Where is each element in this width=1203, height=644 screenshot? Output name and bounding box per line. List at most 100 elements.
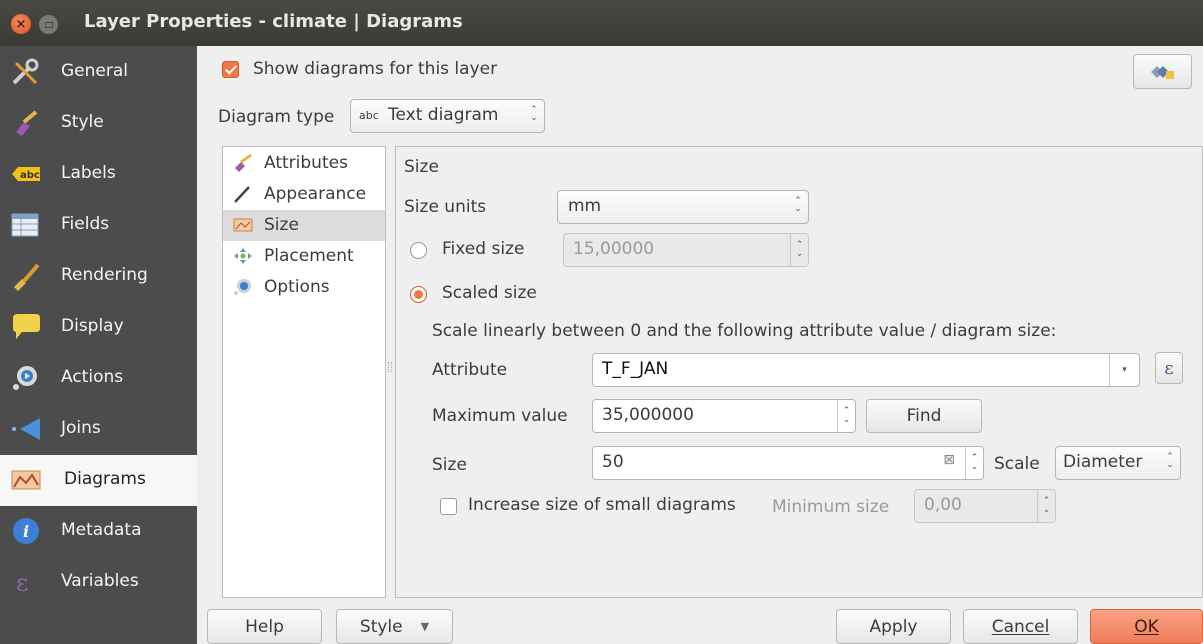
sidebar-item-style[interactable]: Style (0, 98, 197, 149)
fixed-size-input[interactable]: 15,00000 ⌃ ⌄ (563, 233, 809, 267)
subnav-item-attributes[interactable]: Attributes (223, 148, 385, 179)
sidebar-item-joins[interactable]: Joins (0, 404, 197, 455)
diagram-type-label: Diagram type (218, 107, 335, 127)
increase-small-checkbox[interactable] (440, 498, 457, 515)
dropdown-arrow-icon[interactable]: ▾ (1109, 354, 1139, 386)
attribute-value: T_F_JAN (602, 359, 669, 379)
placement-icon (234, 248, 252, 264)
help-button[interactable]: Help (207, 609, 322, 644)
clear-icon[interactable]: ⊠ (943, 452, 955, 468)
sidebar-item-variables[interactable]: ε Variables (0, 557, 197, 608)
fixed-size-radio[interactable] (410, 242, 427, 259)
diagram-type-value: Text diagram (388, 105, 499, 125)
combo-arrows-icon: ⌃ ⌄ (1166, 452, 1174, 470)
show-diagrams-label: Show diagrams for this layer (253, 59, 498, 79)
subnav-label: Appearance (264, 184, 367, 204)
show-diagrams-checkbox[interactable] (222, 61, 239, 78)
epsilon-icon: ε (1164, 357, 1174, 379)
epsilon-icon: ε (16, 569, 28, 597)
apply-label: Apply (869, 616, 918, 637)
attribute-combo[interactable]: T_F_JAN ▾ (592, 353, 1140, 387)
attribute-label: Attribute (432, 360, 508, 380)
sidebar-item-actions[interactable]: Actions (0, 353, 197, 404)
minimize-window-button[interactable] (39, 15, 58, 34)
increase-small-label: Increase size of small diagrams (468, 495, 736, 515)
size-icon (233, 218, 253, 232)
sidebar-item-diagrams[interactable]: Diagrams (0, 455, 197, 506)
dropdown-arrow-icon: ▼ (420, 620, 430, 633)
size-units-value: mm (568, 196, 602, 216)
wrench-icon (12, 58, 39, 85)
style-menu-button[interactable]: Style ▼ (336, 609, 453, 644)
size-input[interactable]: 50 ⊠ ⌃ ⌄ (592, 446, 984, 480)
max-value-value: 35,000000 (602, 405, 694, 425)
splitter-handle[interactable] (388, 362, 392, 372)
spin-arrows-icon[interactable]: ⌃ ⌄ (837, 400, 855, 432)
title-bar: × Layer Properties - climate | Diagrams (0, 0, 1203, 46)
sidebar-item-labels[interactable]: abc Labels (0, 149, 197, 200)
sidebar-item-label: General (61, 61, 128, 81)
style-label: Style (359, 616, 403, 637)
pen-icon (234, 186, 250, 203)
subnav-label: Placement (264, 246, 354, 266)
fixed-size-label: Fixed size (442, 239, 525, 259)
scale-label: Scale (994, 454, 1040, 474)
diagram-subnav: Attributes Appearance Size Placement Opt… (222, 146, 386, 598)
min-size-value: 0,00 (924, 495, 962, 515)
diagram-type-combo[interactable]: abc Text diagram ⌃ ⌄ (350, 99, 545, 133)
max-value-input[interactable]: 35,000000 ⌃ ⌄ (592, 399, 856, 433)
min-size-label: Minimum size (772, 497, 890, 517)
min-size-input[interactable]: 0,00 ⌃ ⌄ (914, 489, 1056, 523)
subnav-item-size[interactable]: Size (223, 210, 385, 241)
sidebar-item-label: Diagrams (64, 469, 146, 489)
size-units-label: Size units (404, 197, 487, 217)
size-units-combo[interactable]: mm ⌃ ⌄ (557, 190, 809, 224)
subnav-item-appearance[interactable]: Appearance (223, 179, 385, 210)
sidebar-item-label: Metadata (61, 520, 142, 540)
spin-arrows-icon[interactable]: ⌃ ⌄ (965, 447, 983, 479)
diagram-settings-button[interactable] (1133, 54, 1192, 89)
svg-text:abc: abc (20, 170, 40, 181)
sidebar-item-label: Joins (61, 418, 101, 438)
subnav-item-placement[interactable]: Placement (223, 241, 385, 272)
style-manager-icon (1150, 65, 1174, 79)
text-diagram-icon: abc (359, 109, 379, 122)
find-button[interactable]: Find (866, 399, 982, 433)
attributes-icon (235, 154, 252, 172)
fixed-size-value: 15,00000 (573, 239, 655, 259)
spin-arrows-icon[interactable]: ⌃ ⌄ (1037, 490, 1055, 522)
sidebar-item-fields[interactable]: Fields (0, 200, 197, 251)
ok-button[interactable]: OK (1090, 609, 1203, 644)
abc-label-icon: abc (12, 167, 40, 181)
window-title: Layer Properties - climate | Diagrams (84, 11, 463, 32)
table-icon (11, 213, 39, 237)
gear-play-icon (13, 366, 37, 390)
size-panel: Size Size units mm ⌃ ⌄ Fixed size 15,0000… (395, 146, 1203, 598)
cancel-button[interactable]: Cancel (963, 609, 1078, 644)
sidebar-item-metadata[interactable]: i Metadata (0, 506, 197, 557)
sidebar-item-display[interactable]: Display (0, 302, 197, 353)
sidebar-item-label: Variables (61, 571, 139, 591)
scale-description: Scale linearly between 0 and the followi… (432, 321, 1057, 341)
sidebar-item-rendering[interactable]: Rendering (0, 251, 197, 302)
subnav-label: Size (264, 215, 299, 235)
spin-arrows-icon[interactable]: ⌃ ⌄ (790, 234, 808, 266)
expression-button[interactable]: ε (1155, 352, 1183, 384)
size-heading: Size (404, 157, 439, 177)
subnav-item-options[interactable]: Options (223, 272, 385, 303)
apply-button[interactable]: Apply (836, 609, 951, 644)
options-icon (234, 279, 251, 295)
size-label: Size (432, 455, 467, 475)
size-value: 50 (602, 452, 624, 472)
close-window-button[interactable]: × (11, 14, 31, 34)
scale-combo[interactable]: Diameter ⌃ ⌄ (1055, 446, 1181, 480)
sidebar-item-general[interactable]: General (0, 47, 197, 98)
svg-text:ε: ε (16, 569, 28, 597)
sidebar-item-label: Fields (61, 214, 110, 234)
sidebar-item-label: Display (61, 316, 124, 336)
sidebar-item-label: Style (61, 112, 104, 132)
scaled-size-radio[interactable] (410, 286, 427, 303)
sidebar: General Style abc Labels Fields Renderin… (0, 46, 202, 644)
paintbrush-icon (14, 263, 40, 291)
ok-label: OK (1134, 616, 1159, 637)
